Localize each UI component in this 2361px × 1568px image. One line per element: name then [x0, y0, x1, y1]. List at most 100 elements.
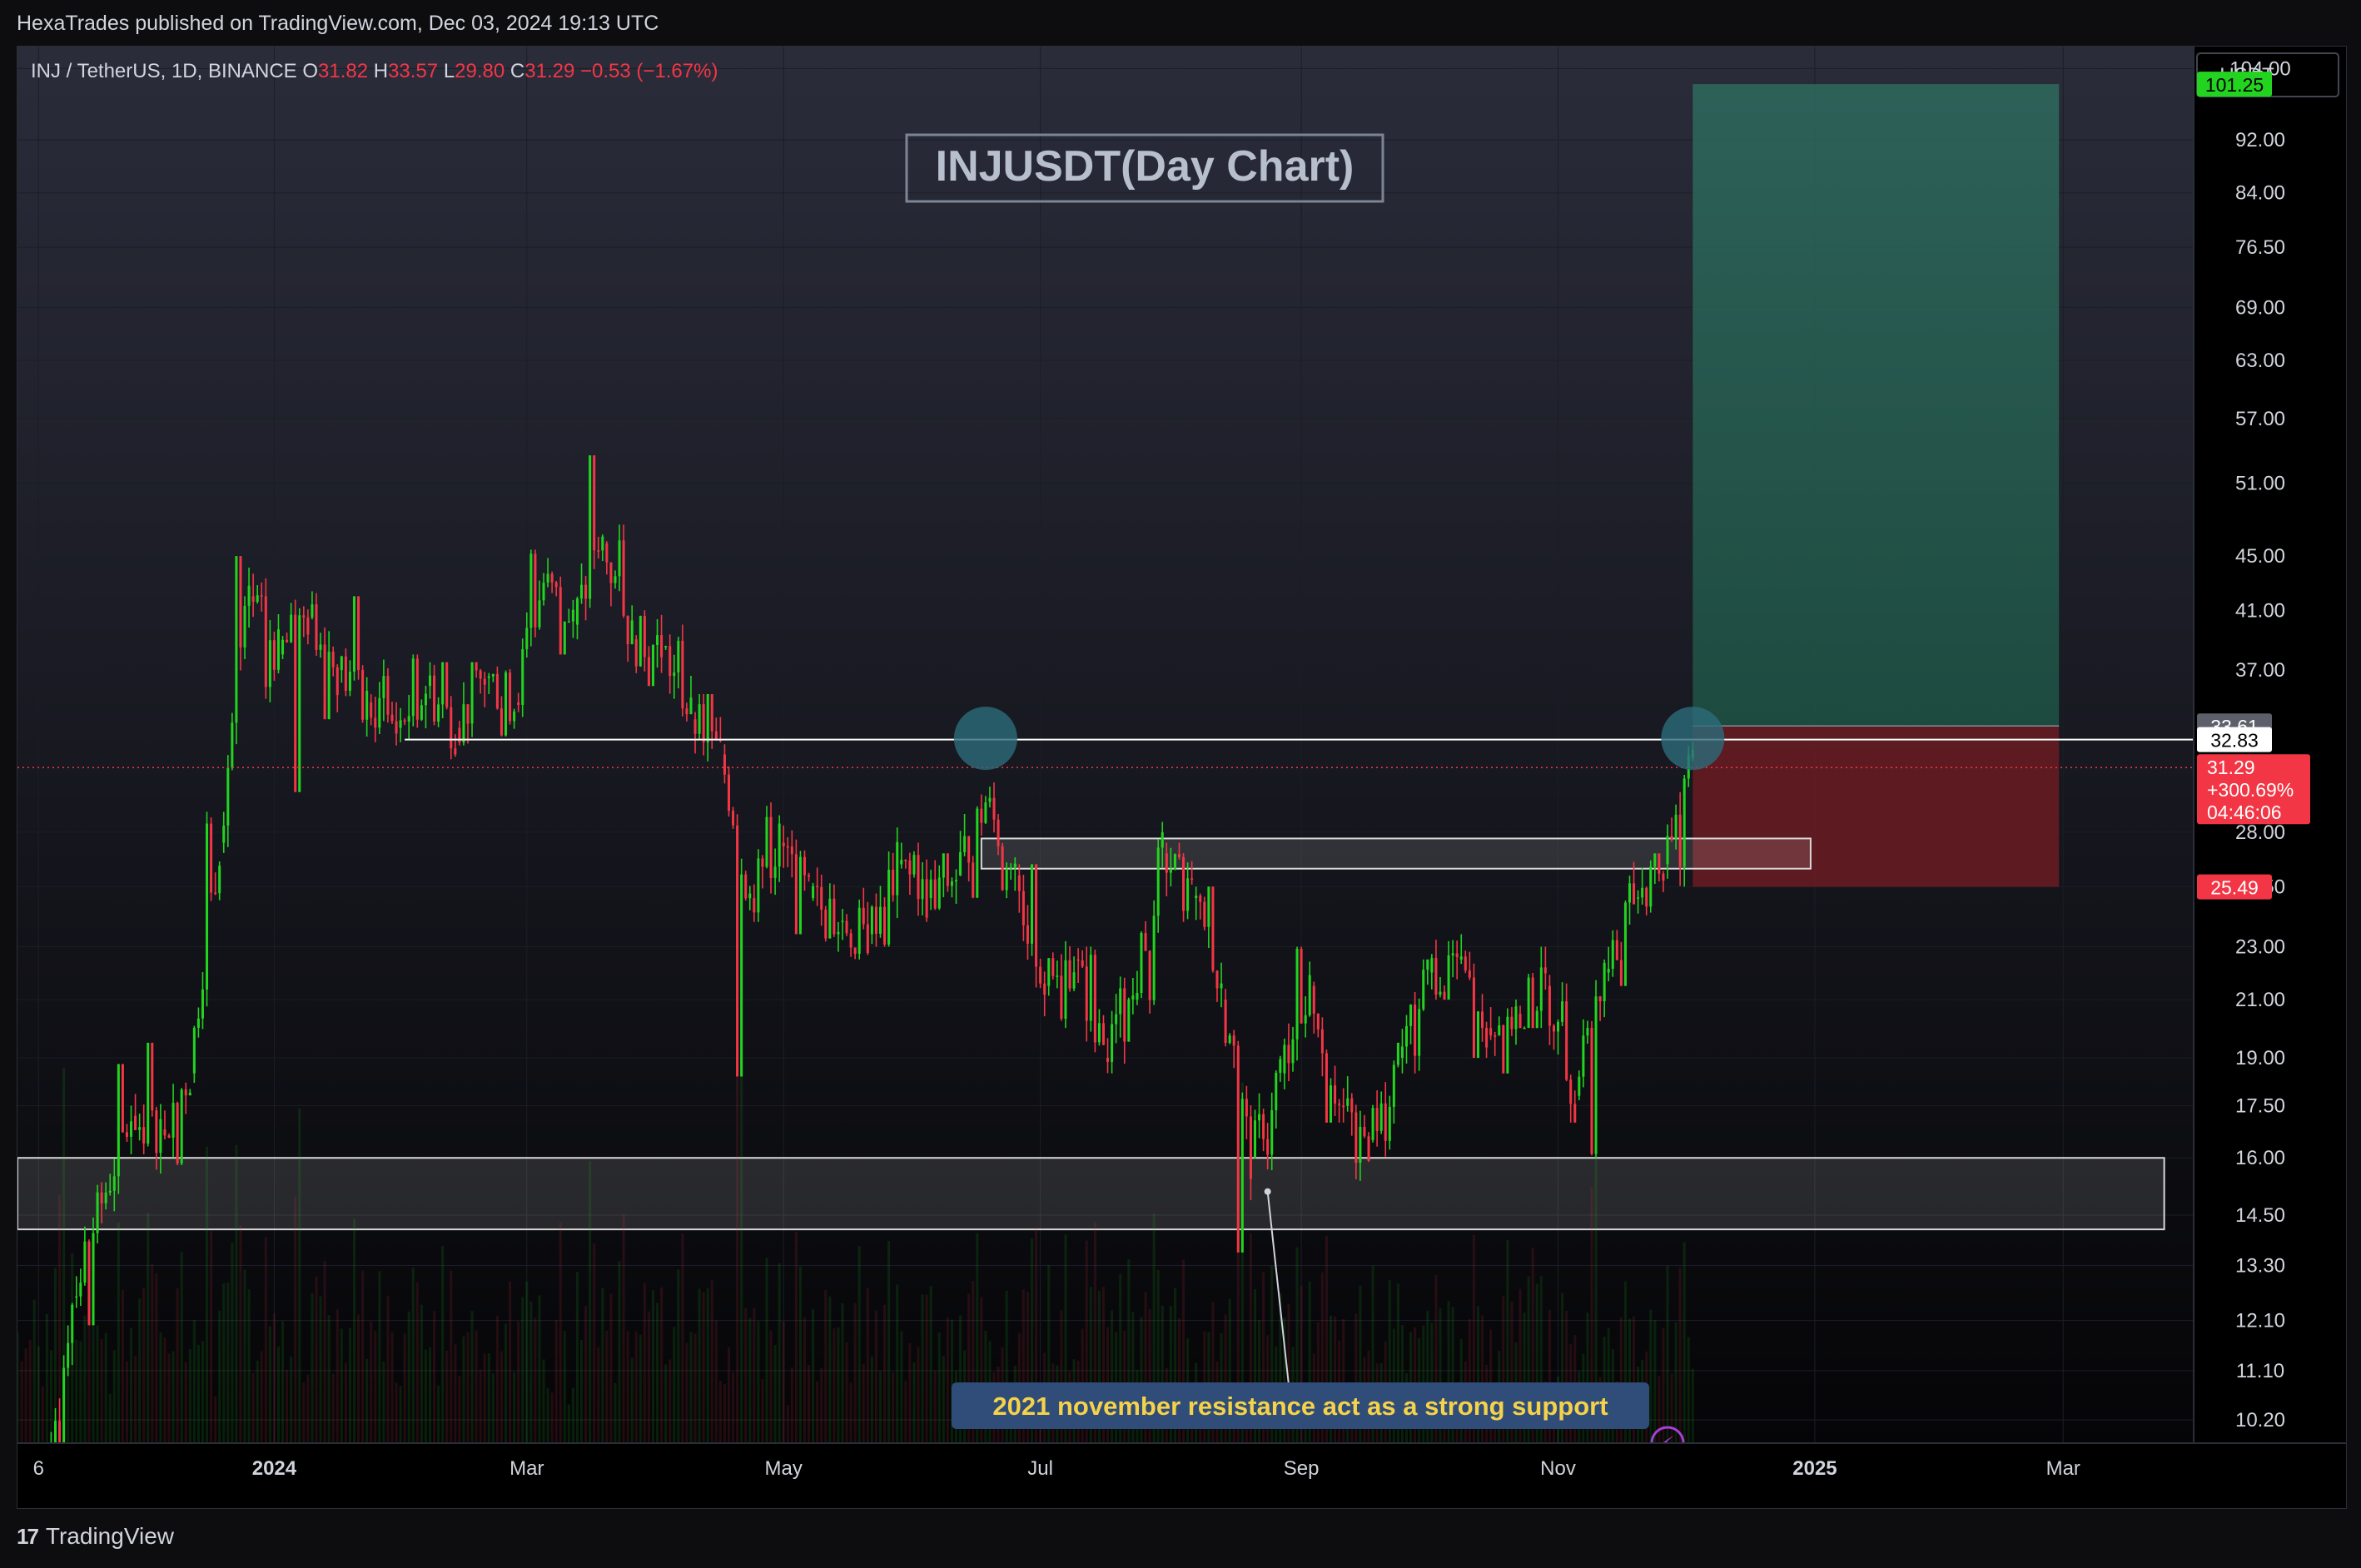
candle-body [1384, 1103, 1387, 1141]
price-tick-label: 69.00 [2235, 296, 2285, 319]
candle-body [546, 573, 549, 583]
candle-body [866, 924, 869, 954]
candle-body [542, 583, 545, 601]
volume-bar [20, 1361, 23, 1443]
candle-body [833, 898, 836, 935]
candle-body [626, 615, 629, 644]
volume-bar [167, 1353, 171, 1443]
candle-body [340, 656, 343, 671]
candle-body [579, 584, 584, 599]
candle-body [1590, 1028, 1593, 1154]
volume-bar [681, 1233, 684, 1443]
volume-bar [900, 1331, 903, 1443]
candle-body [1662, 873, 1665, 881]
candle-body [1228, 1035, 1231, 1043]
candle-body [950, 881, 953, 886]
volume-bar [630, 1357, 634, 1443]
price-tick-label: 16.00 [2235, 1147, 2285, 1169]
candle-body [129, 1121, 133, 1137]
candle-body [1258, 1114, 1261, 1121]
time-tick-label: May [765, 1457, 803, 1480]
candle-body [727, 774, 730, 811]
candle-body [1494, 1035, 1497, 1037]
candle-body [1350, 1098, 1354, 1113]
candle-body [1026, 925, 1029, 944]
volume-bar [1678, 1268, 1682, 1443]
candle-body [1089, 955, 1092, 1021]
candle-body [710, 693, 713, 732]
candle-body [1320, 1029, 1324, 1054]
candle-body [315, 604, 318, 650]
price-tick-label: 92.00 [2235, 129, 2285, 151]
price-tick-label: 23.00 [2235, 935, 2285, 958]
candle-body [1199, 896, 1202, 902]
candle-body [1430, 958, 1434, 973]
candle-body [1270, 1109, 1274, 1155]
volume-bar [420, 1304, 423, 1443]
candle-body [331, 652, 335, 667]
candle-body [1072, 972, 1076, 989]
chart-panel[interactable]: 2021 november resistance act as a strong… [17, 46, 2347, 1509]
candle-body [744, 874, 748, 899]
volume-bar [803, 1317, 807, 1443]
candle-body [1434, 958, 1438, 995]
touch-marker-0 [953, 707, 1017, 771]
tradingview-footer[interactable]: 17 TradingView [17, 1523, 174, 1550]
volume-bar [163, 1337, 167, 1443]
candle-body [1400, 1046, 1404, 1059]
candle-body [584, 584, 588, 599]
volume-bar [79, 1341, 82, 1443]
volume-bar [231, 1243, 234, 1443]
volume-bar [660, 1287, 664, 1443]
candle-body [921, 879, 924, 900]
candle-body [390, 714, 394, 722]
volume-bar [656, 1303, 659, 1443]
candle-body [1531, 977, 1534, 1029]
candle-body [1346, 1098, 1349, 1106]
candle-body [1527, 977, 1530, 1028]
candle-body [336, 667, 339, 696]
volume-bar [669, 1359, 672, 1443]
candle-body [538, 600, 541, 628]
legend-part-2: 31.82 [318, 60, 374, 82]
candle-body [824, 910, 828, 939]
volume-bar [529, 1301, 533, 1443]
candle-body [286, 639, 289, 643]
volume-bar [415, 1282, 419, 1443]
candle-body [1013, 863, 1016, 868]
candle-body [79, 1283, 82, 1297]
candle-body [311, 604, 314, 618]
candle-body [794, 854, 798, 935]
candle-body [714, 731, 718, 740]
candle-body [1081, 960, 1084, 967]
candle-body [509, 672, 512, 722]
candle-body [260, 595, 263, 597]
candle-body [1464, 956, 1467, 971]
candle-body [87, 1241, 91, 1326]
candle-body [1253, 1120, 1257, 1159]
volume-bar [24, 1348, 27, 1443]
candle-body [878, 906, 882, 935]
candle-body [773, 866, 777, 878]
candle-body [1535, 1010, 1538, 1029]
price-chart[interactable]: 2021 november resistance act as a strong… [17, 47, 2346, 1508]
candle-body [378, 697, 381, 728]
candle-body [382, 676, 385, 698]
candle-body [108, 1190, 112, 1193]
candle-body [571, 609, 574, 622]
candle-body [1379, 1103, 1383, 1131]
candle-body [1144, 932, 1147, 951]
volume-bar [622, 1213, 625, 1443]
candle-body [972, 862, 975, 898]
price-badge-label: 101.25 [2205, 74, 2264, 96]
volume-bar [1691, 1368, 1694, 1443]
candle-body [1308, 975, 1311, 1015]
volume-bar [618, 1261, 621, 1443]
candle-body [1603, 962, 1606, 1002]
price-tick-label: 19.00 [2235, 1047, 2285, 1069]
volume-bar [17, 1331, 19, 1443]
candle-body [803, 856, 807, 876]
candle-body [896, 841, 899, 896]
candle-body [517, 702, 520, 705]
price-tick-label: 45.00 [2235, 545, 2285, 568]
